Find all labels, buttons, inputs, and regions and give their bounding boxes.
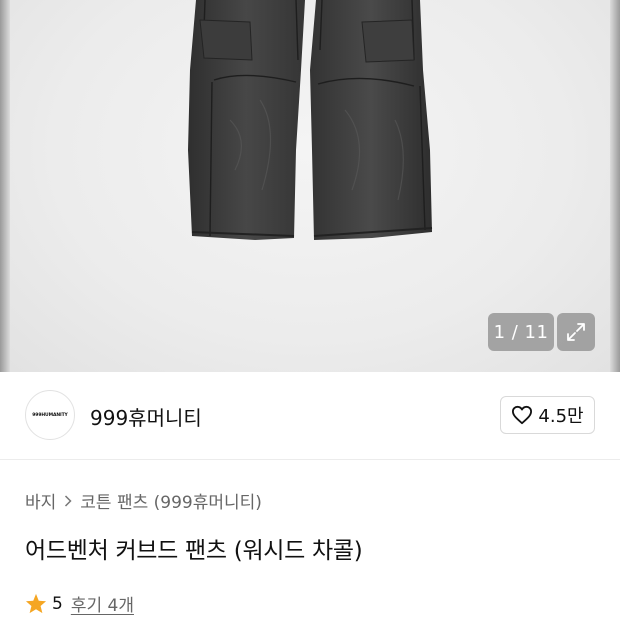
- product-image-gallery[interactable]: 1 / 11: [0, 0, 620, 372]
- expand-icon: [567, 323, 585, 341]
- chevron-right-icon: [64, 494, 72, 507]
- rating-row: 5 후기 4개: [25, 591, 134, 616]
- star-icon: [25, 593, 47, 614]
- rating-score: 5: [52, 593, 63, 614]
- reviews-link[interactable]: 후기 4개: [71, 591, 134, 616]
- brand-logo-text: 999HUMANITY: [32, 412, 68, 418]
- product-title: 어드벤처 커브드 팬츠 (워시드 차콜): [25, 538, 363, 564]
- breadcrumb-item-cotton-pants[interactable]: 코튼 팬츠 (999휴머니티): [80, 488, 262, 513]
- expand-button[interactable]: [557, 313, 595, 351]
- brand-logo[interactable]: 999HUMANITY: [25, 390, 75, 440]
- like-button[interactable]: 4.5만: [500, 396, 595, 434]
- image-counter: 1 / 11: [488, 313, 554, 351]
- breadcrumb: 바지 코튼 팬츠 (999휴머니티): [25, 488, 262, 513]
- like-count: 4.5만: [538, 406, 584, 427]
- heart-outline-icon: [512, 405, 533, 425]
- brand-name-link[interactable]: 999휴머니티: [90, 402, 202, 431]
- brand-row: 999HUMANITY 999휴머니티 4.5만: [0, 372, 620, 460]
- breadcrumb-item-pants[interactable]: 바지: [25, 488, 56, 513]
